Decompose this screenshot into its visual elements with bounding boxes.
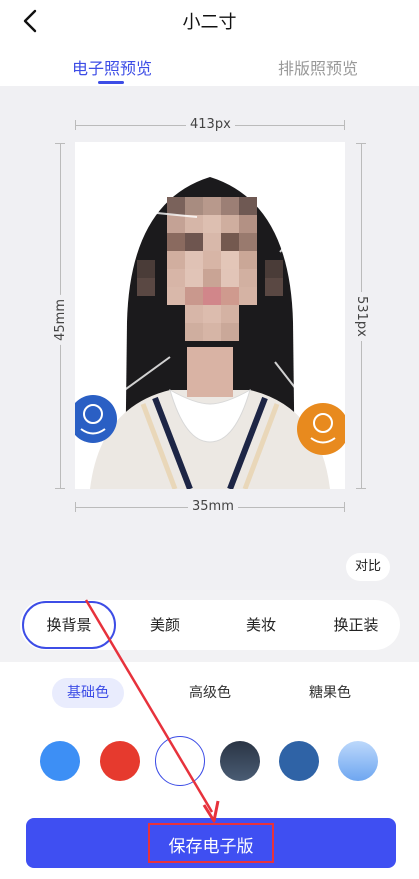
dimension-tick [75,120,76,130]
width-px-label: 413px [186,117,235,132]
height-mm-label: 45mm [53,295,68,345]
tab-layout-preview[interactable]: 排版照预览 [278,55,358,79]
color-swatch-red[interactable] [100,741,140,781]
color-category-advanced[interactable]: 高级色 [174,678,246,708]
id-photo-illustration [75,177,345,489]
compare-button[interactable]: 对比 [346,553,390,581]
dimension-tick [55,488,65,489]
height-px-label: 531px [354,292,369,341]
color-swatch-dark-gray[interactable] [220,741,260,781]
feature-makeup[interactable]: 美妆 [226,600,296,650]
page-title: 小二寸 [182,12,237,33]
feature-beautify[interactable]: 美颜 [130,600,200,650]
feature-formal-wear[interactable]: 换正装 [320,600,392,650]
feature-toolbar: 换背景 美颜 美妆 换正装 [20,600,400,650]
feature-change-background[interactable]: 换背景 [22,601,116,649]
header-bar: 小二寸 [0,0,419,40]
color-swatch-white-selected[interactable] [155,736,205,786]
color-swatch-light-blue-gradient[interactable] [338,741,378,781]
dimension-tick [55,143,65,144]
tab-electronic-preview[interactable]: 电子照预览 [72,55,152,79]
dimension-tick [75,502,76,512]
width-mm-label: 35mm [188,499,238,514]
dimension-tick [356,488,366,489]
active-tab-indicator [98,81,124,84]
color-swatch-blue[interactable] [40,741,80,781]
id-photo-image [75,142,345,489]
dimension-tick [344,120,345,130]
color-category-candy[interactable]: 糖果色 [294,678,366,708]
preview-tabs: 电子照预览 排版照预览 [0,40,419,86]
dimension-tick [344,502,345,512]
color-category-basic[interactable]: 基础色 [52,678,124,708]
dimension-tick [356,143,366,144]
color-swatch-dark-blue[interactable] [279,741,319,781]
annotation-highlight-box [148,823,274,863]
